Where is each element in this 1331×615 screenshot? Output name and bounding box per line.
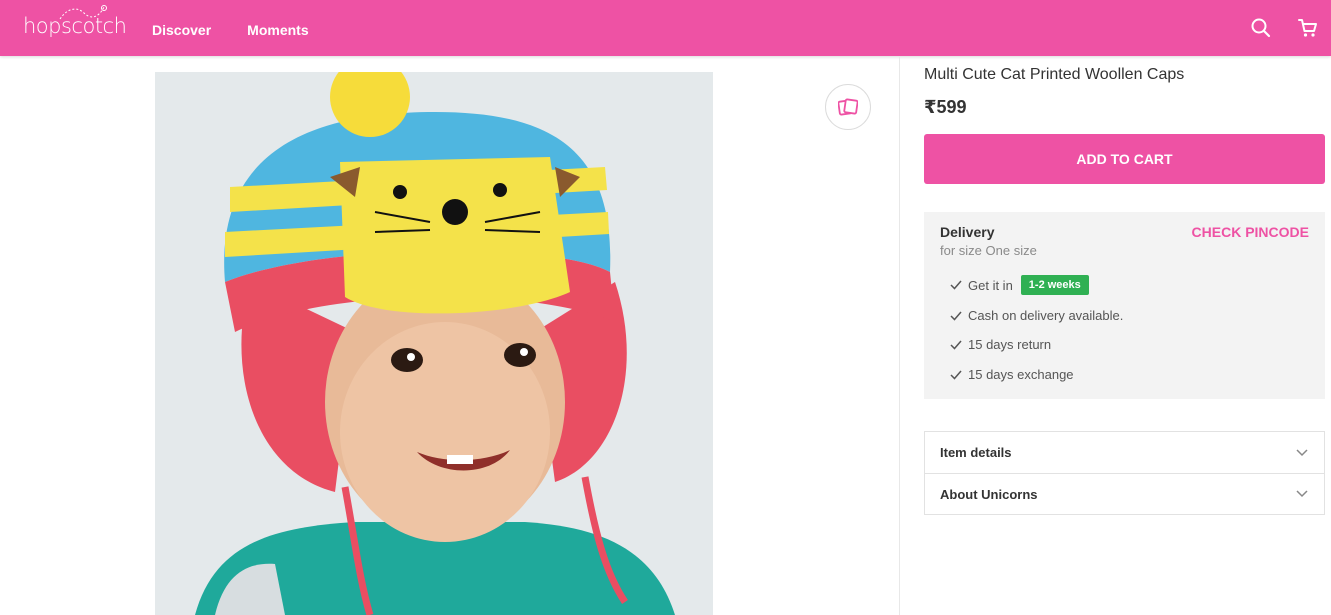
- delivery-eta-row: Get it in 1-2 weeks: [950, 275, 1089, 295]
- exchange-label: 15 days exchange: [968, 367, 1074, 382]
- delivery-feature-row: Cash on delivery available.: [950, 308, 1123, 323]
- cart-icon[interactable]: [1296, 16, 1320, 40]
- nav-moments[interactable]: Moments: [247, 22, 308, 38]
- delivery-size-note: for size One size: [940, 243, 1037, 258]
- check-icon: [950, 280, 962, 290]
- search-icon[interactable]: [1249, 16, 1273, 40]
- column-divider: [899, 56, 900, 615]
- chevron-down-icon: [1296, 448, 1308, 456]
- add-to-cart-button[interactable]: ADD TO CART: [924, 134, 1325, 184]
- top-navigation-bar: hopscotch Discover Moments: [0, 0, 1331, 56]
- delivery-panel: Delivery for size One size CHECK PINCODE…: [924, 212, 1325, 399]
- product-price: ₹599: [924, 97, 967, 117]
- accordion-about-brand[interactable]: About Unicorns: [925, 473, 1324, 514]
- product-accordion: Item details About Unicorns: [924, 431, 1325, 515]
- delivery-feature-row: 15 days return: [950, 337, 1051, 352]
- check-icon: [950, 340, 962, 350]
- chevron-down-icon: [1296, 490, 1308, 498]
- cod-label: Cash on delivery available.: [968, 308, 1124, 323]
- check-icon: [950, 370, 962, 380]
- wishlist-button[interactable]: [825, 84, 871, 130]
- check-icon: [950, 311, 962, 321]
- check-pincode-link[interactable]: CHECK PINCODE: [1192, 224, 1309, 240]
- nav-discover[interactable]: Discover: [152, 22, 211, 38]
- return-label: 15 days return: [968, 337, 1052, 352]
- product-photo-illustration: [155, 72, 713, 615]
- accordion-label: Item details: [940, 445, 1012, 460]
- get-it-in-label: Get it in: [968, 277, 1013, 293]
- logo-swirl-icon: [59, 5, 107, 20]
- product-image[interactable]: [155, 72, 713, 615]
- eta-badge: 1-2 weeks: [1020, 275, 1089, 295]
- delivery-feature-row: 15 days exchange: [950, 367, 1074, 382]
- accordion-item-details[interactable]: Item details: [925, 432, 1324, 473]
- accordion-label: About Unicorns: [940, 486, 1038, 502]
- main-nav: Discover Moments: [152, 22, 309, 38]
- product-title: Multi Cute Cat Printed Woollen Caps: [924, 66, 1185, 83]
- delivery-title: Delivery: [940, 224, 995, 240]
- wishlist-icon: [838, 98, 858, 116]
